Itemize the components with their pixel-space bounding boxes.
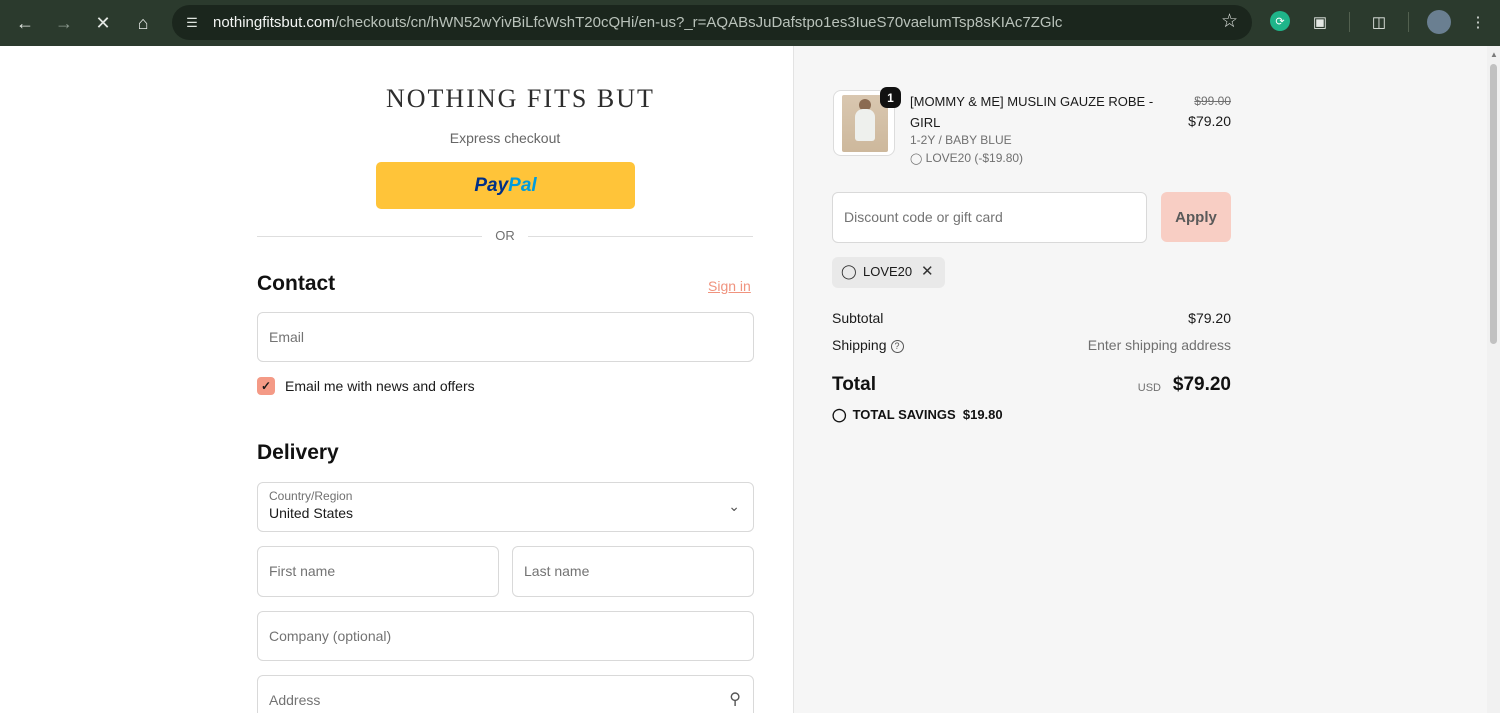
- discounted-price: $79.20: [1188, 113, 1231, 129]
- first-name-field[interactable]: First name: [257, 546, 499, 597]
- paypal-logo-part2: Pal: [508, 174, 537, 196]
- or-label: OR: [495, 228, 515, 243]
- address-field[interactable]: Address ⚲: [257, 675, 754, 713]
- news-checkbox-label[interactable]: Email me with news and offers: [285, 378, 475, 394]
- total-currency: USD: [1137, 382, 1161, 394]
- country-select[interactable]: Country/Region United States ⌄: [257, 482, 754, 532]
- puzzle-icon[interactable]: ▣: [1307, 9, 1333, 35]
- last-name-field[interactable]: Last name: [512, 546, 754, 597]
- delivery-heading: Delivery: [257, 441, 339, 464]
- applied-discount-chip: ◯ LOVE20 ✕: [832, 257, 945, 288]
- first-name-placeholder: First name: [269, 563, 336, 579]
- discount-code-placeholder: Discount code or gift card: [844, 209, 1003, 225]
- url-host: nothingfitsbut.com: [213, 14, 335, 31]
- country-value: United States: [269, 505, 354, 521]
- shipping-label-row: Shipping?: [832, 337, 904, 353]
- home-icon[interactable]: ⌂: [128, 8, 158, 38]
- address-bar[interactable]: ☰ nothingfitsbut.com/checkouts/cn/hWN52w…: [172, 5, 1252, 40]
- product-discount: ◯ LOVE20 (-$19.80): [910, 151, 1023, 165]
- help-icon[interactable]: ?: [890, 340, 904, 353]
- paypal-button[interactable]: Pay Pal: [376, 162, 635, 209]
- toolbar-divider: [1408, 12, 1409, 32]
- store-logo[interactable]: NOTHING FITS BUT: [386, 84, 655, 114]
- shipping-value: Enter shipping address: [1087, 337, 1231, 353]
- order-summary-panel: 1 [MOMMY & ME] MUSLIN GAUZE ROBE - GIRL …: [793, 46, 1487, 713]
- news-checkbox[interactable]: ✓: [257, 377, 275, 395]
- total-label: Total: [832, 374, 876, 395]
- search-icon: ⚲: [729, 691, 741, 708]
- tag-icon: ◯: [910, 153, 923, 165]
- original-price: $99.00: [1194, 94, 1231, 108]
- sign-in-link[interactable]: Sign in: [708, 278, 751, 294]
- address-placeholder: Address: [269, 692, 321, 708]
- forward-arrow-icon[interactable]: →: [49, 8, 79, 38]
- quantity-badge: 1: [880, 87, 901, 108]
- subtotal-value: $79.20: [1188, 310, 1231, 326]
- site-settings-icon[interactable]: ☰: [180, 11, 204, 35]
- remove-code-icon[interactable]: ✕: [921, 262, 934, 280]
- apply-button[interactable]: Apply: [1161, 192, 1231, 242]
- savings-value: $19.80: [962, 407, 1003, 422]
- product-image-dress: [855, 109, 875, 141]
- company-placeholder: Company (optional): [269, 628, 392, 644]
- menu-dots-icon[interactable]: ⋮: [1465, 9, 1491, 35]
- page-scrollbar[interactable]: ▲: [1487, 46, 1500, 713]
- chevron-down-icon: ⌄: [728, 498, 740, 514]
- contact-heading: Contact: [257, 272, 336, 295]
- email-placeholder: Email: [269, 329, 305, 345]
- shipping-label: Shipping: [832, 337, 887, 353]
- email-field[interactable]: Email: [257, 312, 754, 362]
- country-label: Country/Region: [269, 489, 353, 503]
- checkmark-icon: ✓: [260, 379, 272, 393]
- last-name-placeholder: Last name: [524, 563, 590, 579]
- stop-icon[interactable]: ✕: [88, 8, 118, 38]
- total-value: $79.20: [1172, 374, 1231, 395]
- extension-icon[interactable]: ⟳: [1270, 11, 1290, 31]
- scroll-up-icon[interactable]: ▲: [1490, 50, 1498, 59]
- applied-code: LOVE20: [863, 264, 913, 279]
- total-savings: ◯ TOTAL SAVINGS $19.80: [832, 407, 1003, 423]
- back-arrow-icon[interactable]: ←: [10, 8, 40, 38]
- divider: [528, 236, 753, 237]
- company-field[interactable]: Company (optional): [257, 611, 754, 661]
- tag-icon: ◯: [832, 407, 847, 422]
- bookmark-star-icon[interactable]: ☆: [1221, 10, 1238, 33]
- checkout-form-panel: NOTHING FITS BUT Express checkout Pay Pal…: [0, 46, 793, 713]
- tag-icon: ◯: [841, 263, 857, 279]
- divider: [257, 236, 482, 237]
- product-name: [MOMMY & ME] MUSLIN GAUZE ROBE - GIRL: [910, 94, 1154, 130]
- profile-icon[interactable]: [1427, 10, 1451, 34]
- url-path: /checkouts/cn/hWN52wYivBiLfcWshT20cQHi/e…: [334, 14, 1063, 31]
- savings-label: TOTAL SAVINGS: [852, 407, 956, 422]
- product-variant: 1-2Y / BABY BLUE: [910, 133, 1012, 147]
- product-discount-text: LOVE20 (-$19.80): [925, 151, 1024, 165]
- product-thumbnail: 1: [833, 87, 901, 156]
- browser-toolbar: ← → ✕ ⌂ ☰ nothingfitsbut.com/checkouts/c…: [0, 0, 1500, 46]
- discount-code-input[interactable]: Discount code or gift card: [832, 192, 1147, 243]
- cast-icon[interactable]: ◫: [1366, 9, 1392, 35]
- paypal-logo-part1: Pay: [474, 174, 509, 196]
- url-text[interactable]: nothingfitsbut.com/checkouts/cn/hWN52wYi…: [213, 14, 1062, 31]
- subtotal-label: Subtotal: [832, 310, 884, 326]
- toolbar-divider: [1349, 12, 1350, 32]
- scrollbar-thumb[interactable]: [1490, 64, 1497, 344]
